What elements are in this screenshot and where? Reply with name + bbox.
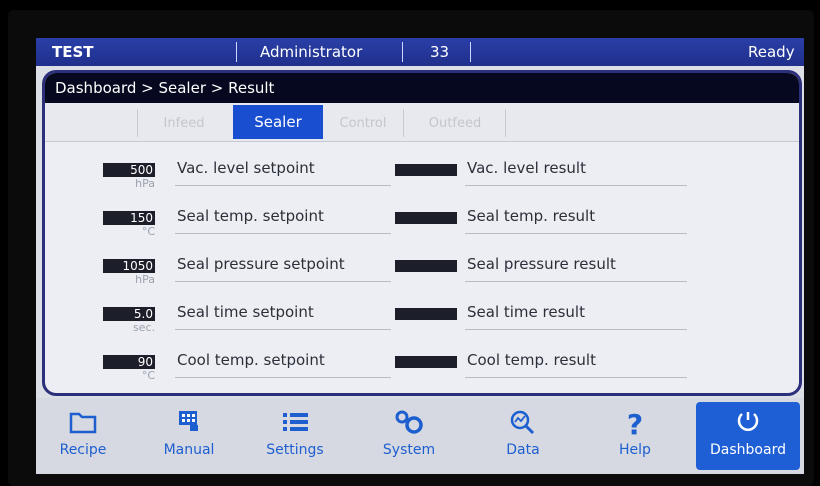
divider	[465, 329, 687, 330]
tab-divider	[137, 109, 138, 137]
setpoint-value[interactable]: 1050	[103, 259, 155, 273]
question-icon: ?	[627, 408, 643, 436]
nav-dashboard-button[interactable]: Dashboard	[696, 402, 800, 470]
status-divider	[470, 42, 471, 62]
result-label: Cool temp. result	[467, 351, 596, 369]
setpoint-label: Vac. level setpoint	[177, 159, 315, 177]
status-bar: TEST Administrator 33 Ready	[36, 38, 804, 66]
divider	[175, 377, 391, 378]
setpoint-unit: °C	[141, 225, 155, 238]
setpoint-unit: hPa	[135, 177, 155, 190]
nav-label: System	[382, 442, 436, 458]
nav-help-button[interactable]: ? Help	[592, 402, 678, 470]
parameter-row: 5.0 sec. Seal time setpoint Seal time re…	[45, 303, 799, 351]
magnifier-chart-icon	[510, 410, 535, 435]
result-label: Seal temp. result	[467, 207, 596, 225]
nav-label: Data	[506, 442, 540, 458]
setpoint-unit: hPa	[135, 273, 155, 286]
nav-system-button[interactable]: System	[366, 402, 452, 470]
divider	[175, 185, 391, 186]
list-icon	[283, 413, 308, 431]
status-divider	[236, 42, 237, 62]
nav-manual-button[interactable]: Manual	[146, 402, 232, 470]
nav-recipe-button[interactable]: Recipe	[40, 402, 126, 470]
setpoint-unit: °C	[141, 369, 155, 382]
status-mode: TEST	[52, 43, 94, 61]
parameter-row: 150 °C Seal temp. setpoint Seal temp. re…	[45, 207, 799, 255]
result-value	[395, 164, 457, 176]
setpoint-label: Seal time setpoint	[177, 303, 314, 321]
parameter-row: 1050 hPa Seal pressure setpoint Seal pre…	[45, 255, 799, 303]
setpoint-label: Cool temp. setpoint	[177, 351, 325, 369]
result-value	[395, 356, 457, 368]
divider	[465, 281, 687, 282]
setpoint-value[interactable]: 90	[103, 355, 155, 369]
divider	[175, 233, 391, 234]
status-divider	[402, 42, 403, 62]
gears-icon	[395, 410, 423, 434]
bottom-nav: Recipe Manual Settings System Data ? Hel…	[36, 398, 804, 474]
setpoint-label: Seal pressure setpoint	[177, 255, 345, 273]
tab-divider	[403, 109, 404, 137]
nav-data-button[interactable]: Data	[480, 402, 566, 470]
nav-label: Dashboard	[710, 442, 786, 458]
nav-label: Manual	[163, 442, 215, 458]
result-panel: Dashboard > Sealer > Result Infeed Seale…	[42, 70, 802, 396]
svg-text:?: ?	[627, 408, 643, 436]
tab-sealer[interactable]: Sealer	[233, 105, 323, 139]
result-value	[395, 308, 457, 320]
nav-label: Settings	[266, 442, 324, 458]
divider	[465, 377, 687, 378]
power-gauge-icon	[737, 412, 759, 431]
result-label: Seal pressure result	[467, 255, 616, 273]
tab-control[interactable]: Control	[325, 109, 401, 139]
nav-label: Recipe	[59, 442, 107, 458]
divider	[465, 233, 687, 234]
result-value	[395, 212, 457, 224]
divider	[465, 185, 687, 186]
hmi-screen: TEST Administrator 33 Ready Dashboard > …	[36, 38, 804, 474]
parameter-row: 500 hPa Vac. level setpoint Vac. level r…	[45, 159, 799, 207]
result-label: Vac. level result	[467, 159, 586, 177]
parameter-row: 90 °C Cool temp. setpoint Cool temp. res…	[45, 351, 799, 393]
nav-label: Help	[619, 442, 651, 458]
tab-divider	[505, 109, 506, 137]
folder-icon	[69, 412, 97, 434]
status-user: Administrator	[260, 43, 363, 61]
tab-bar: Infeed Sealer Control Outfeed	[45, 103, 799, 142]
nav-settings-button[interactable]: Settings	[252, 402, 338, 470]
setpoint-value[interactable]: 5.0	[103, 307, 155, 321]
result-value	[395, 260, 457, 272]
setpoint-label: Seal temp. setpoint	[177, 207, 324, 225]
setpoint-unit: sec.	[132, 321, 155, 334]
setpoint-value[interactable]: 150	[103, 211, 155, 225]
status-number: 33	[430, 43, 450, 61]
setpoint-value[interactable]: 500	[103, 163, 155, 177]
status-state: Ready	[748, 43, 795, 61]
tab-outfeed[interactable]: Outfeed	[409, 109, 501, 139]
tab-infeed[interactable]: Infeed	[141, 109, 227, 139]
breadcrumb: Dashboard > Sealer > Result	[45, 73, 799, 103]
divider	[175, 329, 391, 330]
result-label: Seal time result	[467, 303, 585, 321]
divider	[175, 281, 391, 282]
breadcrumb-text: Dashboard > Sealer > Result	[55, 79, 275, 97]
hand-keypad-icon	[179, 411, 198, 431]
